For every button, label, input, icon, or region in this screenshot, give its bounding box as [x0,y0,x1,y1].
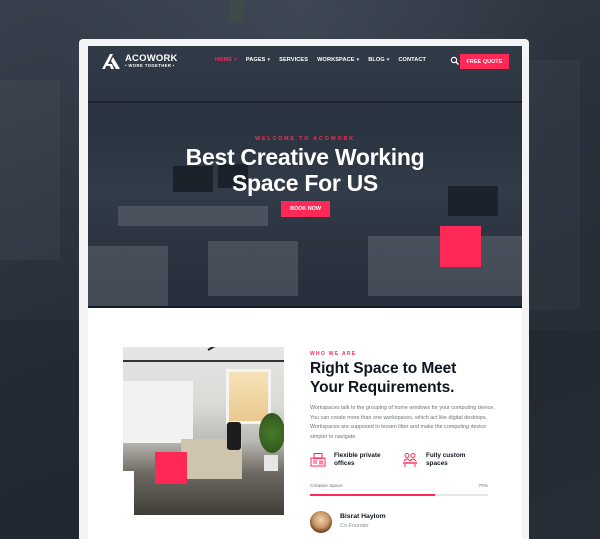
search-icon[interactable] [450,56,460,66]
hero-subtitle: WELCOME TO ACOWORK [255,136,355,142]
plant-pot [264,455,278,471]
feature-item: Fully custom spaces [402,452,481,468]
nav-item-label: CONTACT [398,57,427,63]
chevron-down-icon: ▾ [356,57,360,63]
nav-item-label: PAGES [245,57,266,63]
logo-name: ACOWORK [125,52,178,64]
chevron-down-icon: ▾ [234,57,237,63]
main-navbar: ACOWORK • WORK TOGETHER • HOME ▾ PAGES ▾ S… [88,46,522,80]
nav-item-pages[interactable]: PAGES ▾ [246,57,270,63]
office-desk-icon [310,453,326,467]
section-title-line: Your Requirements. [310,379,455,396]
chevron-down-icon: ▾ [386,57,390,63]
decorative-square [155,452,187,484]
person-name: Bisrat Haylom [340,513,386,520]
nav-item-contact[interactable]: CONTACT [398,57,426,63]
progress-bar [310,494,488,496]
ceiling-light [123,360,284,362]
hero-title-line: Space For US [232,170,378,196]
person-role: Co-Founder [340,523,369,529]
feature-item: Flexible private offices [310,452,389,468]
nav-item-home[interactable]: HOME ▾ [215,57,237,63]
nav-item-label: SERVICES [279,57,309,63]
progress-label: Creative Space [310,484,343,489]
potted-plant [259,413,284,453]
decorative-square [440,226,481,267]
avatar [310,511,332,533]
nav-item-label: BLOG [368,57,385,63]
hero-title-line: Best Creative Working [185,144,425,170]
section-eyebrow: WHO WE ARE [310,351,357,357]
exit-sign [230,0,244,22]
office-interior-image [123,347,284,515]
hero-title: Best Creative Working Space For US [88,144,522,196]
hero-ceiling-beam [88,101,522,103]
hero-desk [88,246,168,306]
hero-desk [208,241,298,296]
hero-desk [118,206,268,226]
nav-item-blog[interactable]: BLOG ▾ [368,57,389,63]
background-wall-panel [0,80,60,260]
nav-item-workspace[interactable]: WORKSPACE ▾ [317,57,359,63]
chevron-down-icon: ▾ [267,57,271,63]
website-page: ACOWORK • WORK TOGETHER • HOME ▾ PAGES ▾ S… [88,46,522,539]
nav-menu: HOME ▾ PAGES ▾ SERVICES WORKSPACE ▾ BLOG ▾ C… [215,57,435,63]
nav-item-label: WORKSPACE [317,57,355,63]
ceiling-light [207,347,244,351]
background-shadow [0,320,80,539]
window-blinds [123,381,193,443]
background-shadow [528,330,600,539]
image-cutout [123,471,134,515]
section-title-line: Right Space to Meet [310,360,457,377]
logo-a-icon [102,54,120,69]
nav-item-label: HOME [215,57,233,63]
free-quote-button[interactable]: FREE QUOTE [460,54,509,69]
team-space-icon [403,453,417,467]
progress-value: 70% [478,484,488,489]
feature-label: Fully custom spaces [426,452,466,467]
book-now-button[interactable]: BOOK NOW [281,201,330,217]
section-description: Workspaces talk to the grouping of home … [310,405,495,440]
logo-tagline: • WORK TOGETHER • [125,63,175,69]
progress-bar-fill [310,494,435,496]
section-title: Right Space to Meet Your Requirements. [310,359,456,397]
office-chair [227,422,241,450]
nav-item-services[interactable]: SERVICES [279,57,308,63]
logo[interactable]: ACOWORK • WORK TOGETHER • [100,52,178,70]
feature-label: Flexible private offices [334,452,381,467]
hero-divider [88,306,522,308]
hero-section: ACOWORK • WORK TOGETHER • HOME ▾ PAGES ▾ S… [88,46,522,308]
